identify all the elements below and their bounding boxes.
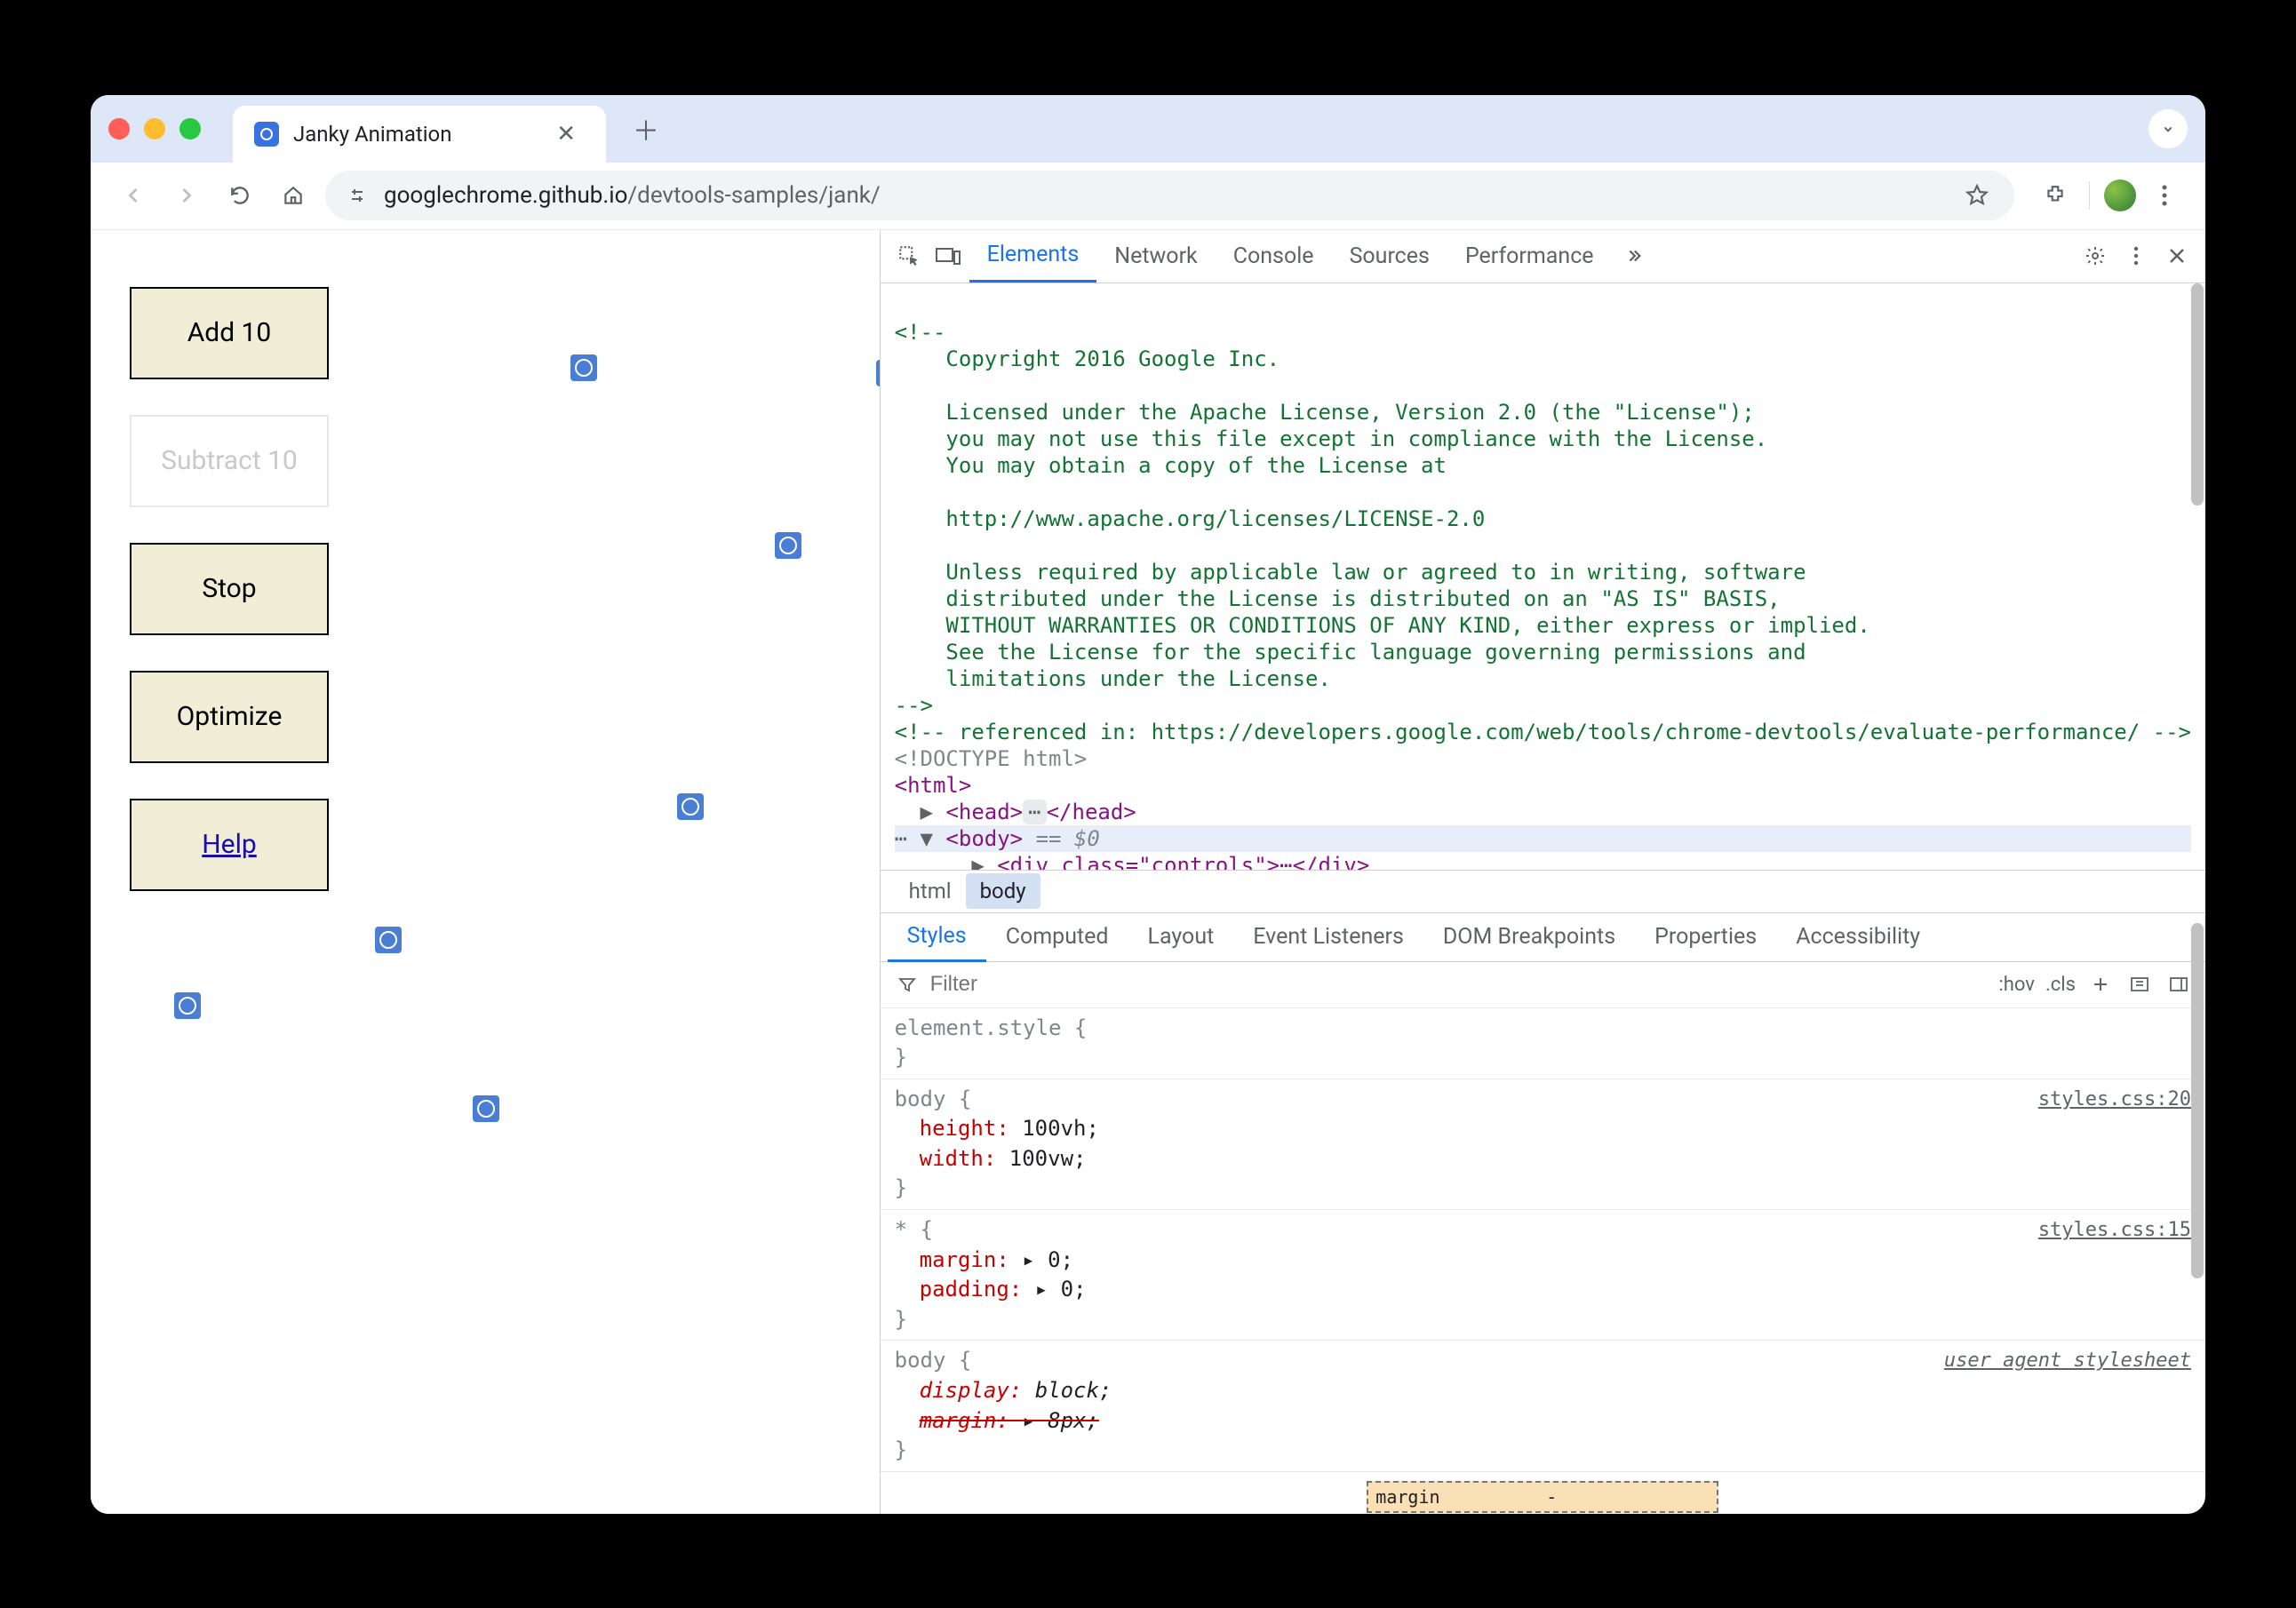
new-tab-button[interactable]: ＋ — [620, 109, 672, 148]
css-rule[interactable]: * {margin: ▸ 0;padding: ▸ 0;}styles.css:… — [881, 1210, 2205, 1341]
divider — [2089, 181, 2090, 210]
doctype: <!DOCTYPE html> — [895, 746, 1088, 771]
html-tag[interactable]: <html> — [895, 773, 972, 798]
css-rule[interactable]: body {display: block;margin: ▸ 8px;}user… — [881, 1341, 2205, 1471]
page-viewport: Add 10 Subtract 10 Stop Optimize Help — [91, 230, 880, 1514]
address-bar[interactable]: googlechrome.github.io/devtools-samples/… — [325, 171, 2014, 220]
window-controls — [108, 118, 201, 139]
styles-tab-properties[interactable]: Properties — [1635, 912, 1776, 962]
css-rules[interactable]: element.style {}body {height: 100vh;widt… — [881, 1008, 2205, 1514]
box-model[interactable]: margin- — [881, 1472, 2205, 1514]
help-button[interactable]: Help — [130, 799, 329, 891]
more-tabs-icon[interactable] — [1615, 238, 1651, 274]
content: Add 10 Subtract 10 Stop Optimize Help El… — [91, 230, 2205, 1514]
devtools-tab-network[interactable]: Network — [1096, 230, 1215, 283]
subtract-button[interactable]: Subtract 10 — [130, 415, 329, 507]
close-window-icon[interactable] — [108, 118, 130, 139]
styles-tab-accessibility[interactable]: Accessibility — [1776, 912, 1940, 962]
controls-div[interactable]: <div class="controls">⋯</div> — [997, 853, 1369, 870]
devtools-tabs: ElementsNetworkConsoleSourcesPerformance — [881, 230, 2205, 283]
filter-icon — [893, 970, 921, 999]
inspect-element-icon[interactable] — [891, 238, 927, 274]
close-tab-icon[interactable]: ✕ — [547, 121, 585, 147]
tabs-dropdown-icon[interactable] — [2149, 109, 2188, 148]
profile-avatar[interactable] — [2104, 179, 2136, 211]
dom-ref-comment: <!-- referenced in: https://developers.g… — [895, 720, 2191, 744]
mover-icon — [375, 927, 402, 953]
extensions-icon[interactable] — [2036, 176, 2075, 215]
mover-icon — [775, 532, 801, 559]
bookmark-icon[interactable] — [1957, 176, 1997, 215]
toolbar: googlechrome.github.io/devtools-samples/… — [91, 163, 2205, 230]
source-link[interactable]: user agent stylesheet — [1944, 1348, 2191, 1375]
selected-node-anno: == $0 — [1036, 826, 1100, 851]
devtools-tab-sources[interactable]: Sources — [1332, 230, 1447, 283]
cls-toggle[interactable]: .cls — [2045, 974, 2076, 996]
back-button[interactable] — [112, 174, 155, 217]
forward-button[interactable] — [165, 174, 208, 217]
collapsed-dots[interactable]: ⋯ — [1023, 800, 1046, 824]
styles-tabs: StylesComputedLayoutEvent ListenersDOM B… — [881, 912, 2205, 962]
computed-toggle-icon[interactable] — [2125, 970, 2154, 999]
breadcrumb: htmlbody — [881, 870, 2205, 912]
body-tag[interactable]: <body> — [945, 826, 1023, 851]
styles-tab-computed[interactable]: Computed — [986, 912, 1128, 962]
crumb-body[interactable]: body — [966, 873, 1040, 909]
site-settings-icon[interactable] — [343, 181, 371, 210]
mover-icon — [473, 1095, 499, 1122]
devtools-scrollbar[interactable] — [2191, 283, 2204, 1514]
settings-icon[interactable] — [2077, 238, 2113, 274]
hov-toggle[interactable]: :hov — [1998, 974, 2035, 996]
close-devtools-icon[interactable] — [2159, 238, 2195, 274]
mover-icon — [174, 992, 201, 1019]
devtools-tab-console[interactable]: Console — [1216, 230, 1332, 283]
browser-tab[interactable]: Janky Animation ✕ — [233, 106, 606, 163]
crumb-html[interactable]: html — [895, 873, 966, 909]
optimize-button[interactable]: Optimize — [130, 671, 329, 763]
browser-window: Janky Animation ✕ ＋ googlechrome.github.… — [91, 95, 2205, 1514]
head-tag[interactable]: <head> — [945, 800, 1023, 824]
reload-button[interactable] — [219, 174, 261, 217]
mover-icon — [677, 793, 704, 820]
dom-tree[interactable]: <!-- Copyright 2016 Google Inc. Licensed… — [881, 283, 2205, 870]
add-button[interactable]: Add 10 — [130, 287, 329, 379]
styles-tab-layout[interactable]: Layout — [1128, 912, 1234, 962]
new-rule-icon[interactable] — [2086, 970, 2115, 999]
stop-button[interactable]: Stop — [130, 543, 329, 635]
favicon-icon — [254, 122, 279, 147]
styles-tab-dom-breakpoints[interactable]: DOM Breakpoints — [1423, 912, 1635, 962]
minimize-window-icon[interactable] — [144, 118, 165, 139]
devtools-tab-elements[interactable]: Elements — [969, 230, 1097, 283]
styles-tab-styles[interactable]: Styles — [888, 912, 986, 962]
mover-icon — [570, 354, 597, 381]
menu-icon[interactable] — [2145, 176, 2184, 215]
tab-title: Janky Animation — [293, 122, 533, 147]
source-link[interactable]: styles.css:15 — [2038, 1217, 2191, 1245]
source-link[interactable]: styles.css:20 — [2038, 1087, 2191, 1114]
devtools-tab-performance[interactable]: Performance — [1447, 230, 1612, 283]
styles-filter-input[interactable] — [930, 972, 1990, 997]
device-toolbar-icon[interactable] — [930, 238, 966, 274]
url-host: googlechrome.github.io/devtools-samples/… — [384, 182, 881, 209]
styles-filter-bar: :hov .cls — [881, 962, 2205, 1008]
devtools-menu-icon[interactable] — [2118, 238, 2154, 274]
maximize-window-icon[interactable] — [179, 118, 201, 139]
styles-tab-event-listeners[interactable]: Event Listeners — [1233, 912, 1423, 962]
devtools-panel: ElementsNetworkConsoleSourcesPerformance — [880, 230, 2205, 1514]
home-button[interactable] — [272, 174, 315, 217]
controls: Add 10 Subtract 10 Stop Optimize Help — [130, 287, 329, 891]
sidebar-toggle-icon[interactable] — [2164, 970, 2193, 999]
css-rule[interactable]: element.style {} — [881, 1008, 2205, 1079]
titlebar: Janky Animation ✕ ＋ — [91, 95, 2205, 163]
css-rule[interactable]: body {height: 100vh;width: 100vw;}styles… — [881, 1079, 2205, 1210]
